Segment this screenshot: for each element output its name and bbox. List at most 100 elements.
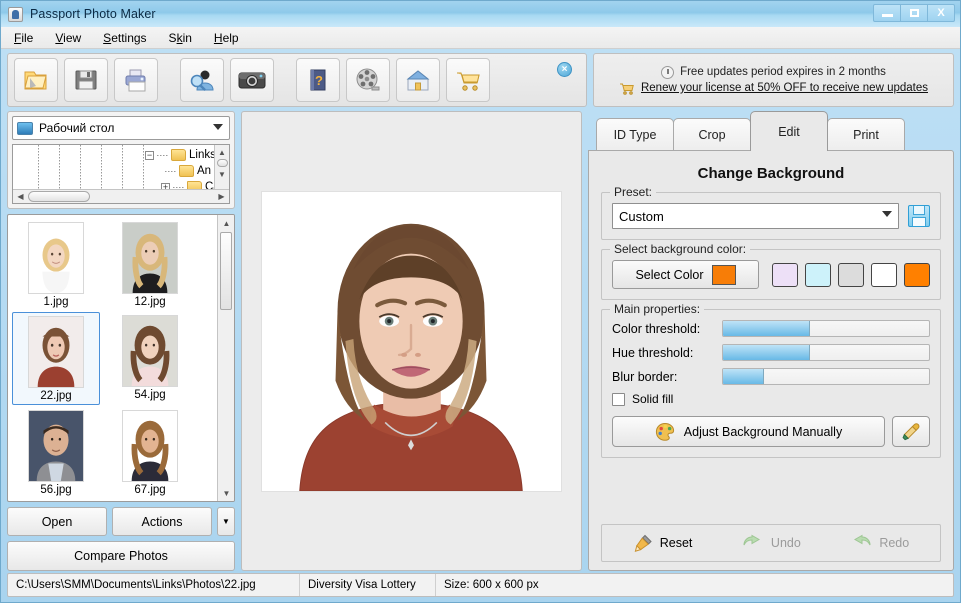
license-notice: Free updates period expires in 2 months	[680, 66, 886, 78]
menu-item-view[interactable]: View	[52, 30, 84, 46]
folder-tree[interactable]: − Links An +	[12, 144, 230, 204]
close-button[interactable]: X	[927, 4, 955, 22]
maximize-button[interactable]	[900, 4, 928, 22]
blur-border-row: Blur border:	[612, 368, 930, 385]
tree-node-an[interactable]: An	[165, 165, 211, 177]
folder-dropdown[interactable]: Рабочий стол	[12, 116, 230, 140]
find-person-button[interactable]	[180, 58, 224, 102]
list-item[interactable]: 56.jpg	[12, 407, 100, 498]
main-properties-legend: Main properties:	[610, 302, 704, 316]
solid-fill-checkbox[interactable]	[612, 393, 625, 406]
scroll-down-icon[interactable]: ▼	[218, 485, 235, 501]
tree-node-links[interactable]: − Links	[145, 149, 214, 161]
reset-button[interactable]: Reset	[633, 534, 693, 552]
preset-dropdown[interactable]: Custom	[612, 203, 899, 229]
compare-photos-button[interactable]: Compare Photos	[7, 541, 235, 571]
video-button[interactable]	[346, 58, 390, 102]
menu-bar: File View Settings Skin Help	[1, 27, 960, 49]
blur-border-slider[interactable]	[722, 368, 930, 385]
house-icon	[404, 67, 432, 93]
adjust-background-manually-button[interactable]: Adjust Background Manually	[612, 416, 885, 447]
license-banner: Free updates period expires in 2 months …	[593, 53, 954, 107]
chevron-down-icon	[213, 124, 223, 130]
toolbar-close-icon[interactable]: ×	[557, 62, 572, 77]
solid-fill-row[interactable]: Solid fill	[612, 392, 930, 406]
menu-item-help[interactable]: Help	[211, 30, 242, 46]
thumbnail-list[interactable]: 1.jpg	[7, 214, 235, 502]
menu-item-settings[interactable]: Settings	[100, 30, 149, 46]
brush-icon	[633, 534, 653, 552]
list-item[interactable]	[12, 500, 100, 502]
thumbnail-scrollbar[interactable]: ▲ ▼	[217, 215, 234, 501]
tree-horizontal-scrollbar[interactable]: ◀ ▶	[13, 189, 229, 203]
hue-threshold-slider[interactable]	[722, 344, 930, 361]
select-color-label: Select Color	[635, 268, 703, 282]
main-body: Рабочий стол −	[1, 111, 960, 573]
thumbnail-image	[122, 315, 178, 387]
tree-expander-icon[interactable]: −	[145, 151, 154, 160]
tab-print[interactable]: Print	[827, 118, 905, 151]
color-picker-button[interactable]	[892, 416, 930, 447]
scroll-up-icon[interactable]: ▲	[218, 215, 235, 231]
camera-button[interactable]	[230, 58, 274, 102]
scroll-up-icon[interactable]: ▲	[215, 145, 230, 159]
open-button[interactable]: Open	[7, 507, 107, 536]
scroll-right-icon[interactable]: ▶	[214, 190, 229, 204]
color-swatch-lavender[interactable]	[772, 263, 798, 287]
tab-id-type[interactable]: ID Type	[596, 118, 674, 151]
undo-arrow-icon	[742, 534, 764, 552]
save-preset-button[interactable]	[908, 205, 930, 227]
redo-button[interactable]: Redo	[850, 534, 909, 552]
scroll-thumb[interactable]	[217, 159, 228, 167]
folder-tree-body: − Links An +	[13, 145, 214, 189]
help-book-button[interactable]: ?	[296, 58, 340, 102]
color-swatch-orange[interactable]	[904, 263, 930, 287]
open-folder-icon	[22, 67, 50, 93]
folder-selector-box: Рабочий стол −	[7, 111, 235, 209]
list-item[interactable]	[106, 500, 194, 502]
color-threshold-slider[interactable]	[722, 320, 930, 337]
status-doc-type: Diversity Visa Lottery	[300, 574, 436, 596]
scroll-thumb[interactable]	[220, 232, 232, 310]
list-item[interactable]: 67.jpg	[106, 407, 194, 498]
tree-node-label: Ca	[205, 181, 214, 189]
thumbnail-label: 12.jpg	[134, 296, 165, 308]
select-color-button[interactable]: Select Color	[612, 260, 759, 289]
preset-value: Custom	[619, 209, 664, 224]
menu-item-skin[interactable]: Skin	[166, 30, 195, 46]
list-item[interactable]: 12.jpg	[106, 219, 194, 310]
scroll-left-icon[interactable]: ◀	[13, 190, 28, 204]
scroll-thumb[interactable]	[28, 191, 90, 202]
redo-arrow-icon	[850, 534, 872, 552]
main-properties-group: Main properties: Color threshold: Hue th…	[601, 309, 941, 458]
color-swatch-white[interactable]	[871, 263, 897, 287]
scroll-down-icon[interactable]: ▼	[215, 167, 230, 181]
open-folder-button[interactable]	[14, 58, 58, 102]
renew-license-link[interactable]: Renew your license at 50% OFF to receive…	[641, 82, 928, 94]
minimize-button[interactable]	[873, 4, 901, 22]
undo-button[interactable]: Undo	[742, 534, 801, 552]
save-button[interactable]	[64, 58, 108, 102]
home-button[interactable]	[396, 58, 440, 102]
list-item-selected[interactable]: 22.jpg	[12, 312, 100, 405]
license-link-row[interactable]: Renew your license at 50% OFF to receive…	[619, 82, 928, 95]
list-item[interactable]: 1.jpg	[12, 219, 100, 310]
actions-button[interactable]: Actions	[112, 507, 212, 536]
color-swatch-cyan[interactable]	[805, 263, 831, 287]
photo-preview-area[interactable]	[241, 111, 582, 571]
actions-dropdown-button[interactable]: ▼	[217, 507, 235, 536]
print-button[interactable]	[114, 58, 158, 102]
tree-node-ca[interactable]: + Ca	[161, 181, 214, 189]
history-group: Reset Undo Redo	[601, 524, 941, 562]
tab-edit[interactable]: Edit	[750, 111, 828, 151]
window-title: Passport Photo Maker	[30, 7, 156, 21]
buy-button[interactable]	[446, 58, 490, 102]
menu-item-file[interactable]: File	[11, 30, 36, 46]
thumbnail-grid: 1.jpg	[12, 219, 217, 501]
tree-vertical-scrollbar[interactable]: ▲ ▼	[214, 145, 229, 189]
tab-crop[interactable]: Crop	[673, 118, 751, 151]
color-swatch-gray[interactable]	[838, 263, 864, 287]
hue-threshold-row: Hue threshold:	[612, 344, 930, 361]
list-item[interactable]: 54.jpg	[106, 312, 194, 405]
passport-photo[interactable]	[261, 191, 562, 492]
